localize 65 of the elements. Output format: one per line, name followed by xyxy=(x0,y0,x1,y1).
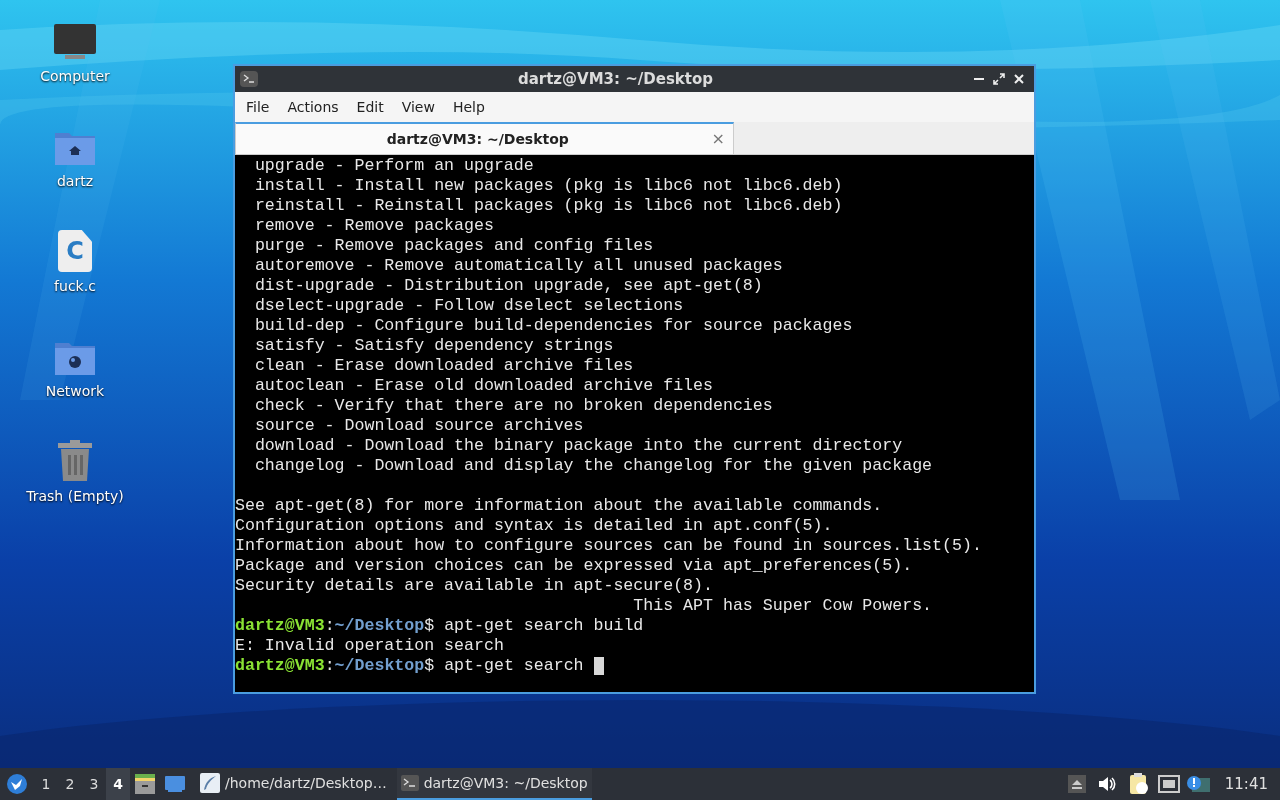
eject-icon[interactable] xyxy=(1067,775,1086,793)
terminal-line: satisfy - Satisfy dependency strings xyxy=(253,336,614,356)
prompt-separator: : xyxy=(324,656,335,676)
terminal-line: Information about how to configure sources can be found in sources.list(5). xyxy=(235,536,982,556)
prompt-path: ~/Desktop xyxy=(334,656,425,676)
clipboard-icon[interactable] xyxy=(1128,773,1149,795)
command-text: $ apt-get search build xyxy=(424,616,644,636)
terminal-line: autoclean - Erase old downloaded archive files xyxy=(253,376,713,396)
maximize-icon[interactable] xyxy=(993,73,1005,85)
close-icon[interactable] xyxy=(1013,73,1025,85)
terminal-line: changelog - Download and display the changelog for the given package xyxy=(253,456,933,476)
tab-close-button[interactable]: × xyxy=(711,127,725,151)
terminal-tab[interactable]: dartz@VM3: ~/Desktop × xyxy=(235,122,734,154)
desktop-icon-label[interactable]: Network xyxy=(45,381,105,402)
terminal-line: install - Install new packages (pkg is libc6 not libc6.deb) xyxy=(253,176,843,196)
prompt-user-host: dartz@VM3 xyxy=(235,616,325,636)
menu-item[interactable]: File xyxy=(237,96,279,118)
alert-icon[interactable] xyxy=(1185,775,1210,793)
desktop-icon-label[interactable]: Trash (Empty) xyxy=(26,486,124,507)
feather-icon xyxy=(200,773,220,793)
prompt-separator: : xyxy=(324,616,335,636)
terminal-line: autoremove - Remove automatically all unused packages xyxy=(253,256,783,276)
prompt-user-host: dartz@VM3 xyxy=(235,656,325,676)
workspace-button[interactable]: 2 xyxy=(58,768,82,800)
terminal-line: E: Invalid operation search xyxy=(235,636,504,656)
monitor-icon xyxy=(53,22,97,62)
terminal-icon xyxy=(400,775,419,791)
clock[interactable]: 11:41 xyxy=(1224,772,1268,796)
window-title: dartz@VM3: ~/Desktop xyxy=(516,68,715,90)
terminal-line: upgrade - Perform an upgrade xyxy=(253,156,534,176)
terminal-line: Configuration options and syntax is detailed in apt.conf(5). xyxy=(235,516,833,536)
network-port-icon[interactable] xyxy=(1157,775,1180,793)
menu-item[interactable]: View xyxy=(392,96,444,118)
terminal-line: dist-upgrade - Distribution upgrade, see apt-get(8) xyxy=(253,276,763,296)
task-button[interactable]: dartz@VM3: ~/Desktop xyxy=(396,768,592,800)
terminal-line: See apt-get(8) for more information about the available commands. xyxy=(235,496,883,516)
task-button[interactable]: /home/dartz/Desktop… xyxy=(196,768,391,800)
terminal-line: source - Download source archives xyxy=(253,416,584,436)
command-text: $ apt-get search xyxy=(424,656,585,676)
terminal-line: Package and version choices can be expressed via apt_preferences(5). xyxy=(235,556,913,576)
speaker-icon[interactable] xyxy=(1096,775,1117,793)
terminal-icon xyxy=(240,71,258,87)
trash-icon xyxy=(56,440,94,482)
terminal-line: This APT has Super Cow Powers. xyxy=(632,596,933,616)
terminal-line: download - Download the binary package into the current directory xyxy=(253,436,903,456)
workspace-button[interactable]: 4 xyxy=(106,768,130,800)
desktop-icon[interactable] xyxy=(164,775,186,793)
terminal-line: purge - Remove packages and config files xyxy=(253,236,654,256)
tab-label: dartz@VM3: ~/Desktop xyxy=(385,129,570,149)
terminal-line: dselect-upgrade - Follow dselect selections xyxy=(253,296,684,316)
terminal-line: build-dep - Configure build-dependencies for source packages xyxy=(253,316,853,336)
terminal-line: remove - Remove packages xyxy=(253,216,494,236)
prompt-path: ~/Desktop xyxy=(334,616,425,636)
terminal-line: Security details are available in apt-secure(8). xyxy=(235,576,713,596)
menu-item[interactable]: Help xyxy=(443,96,494,118)
workspace-button[interactable]: 3 xyxy=(82,768,106,800)
desktop-icon-label[interactable]: fuck.c xyxy=(54,276,96,297)
c-file-icon: C xyxy=(58,230,92,272)
workspace-button[interactable]: 1 xyxy=(34,768,58,800)
menu-item[interactable]: Actions xyxy=(278,96,348,118)
file-cabinet-icon[interactable] xyxy=(134,774,156,794)
terminal-line: reinstall - Reinstall packages (pkg is libc6 not libc6.deb) xyxy=(253,196,843,216)
terminal-line: check - Verify that there are no broken dependencies xyxy=(253,396,773,416)
terminal-line: clean - Erase downloaded archive files xyxy=(253,356,634,376)
menu-item[interactable]: Edit xyxy=(347,96,393,118)
